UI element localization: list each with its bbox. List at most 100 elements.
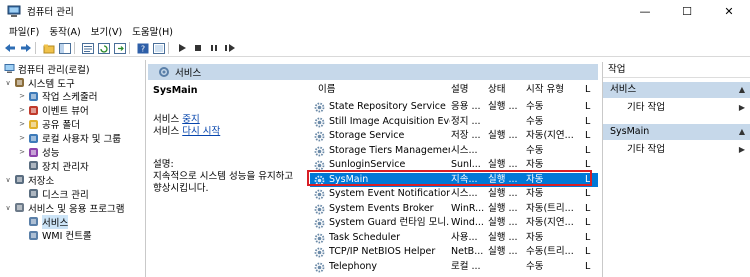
- tree-item-root[interactable]: 컴퓨터 관리(로컬): [2, 62, 90, 76]
- stop-service-icon[interactable]: [191, 42, 204, 55]
- table-row[interactable]: SunloginService Sunl... 실행 ... 자동 L: [310, 158, 598, 172]
- expand-icon[interactable]: >: [18, 120, 26, 128]
- service-gear-icon: [314, 146, 325, 156]
- collapse-icon[interactable]: ▲: [739, 82, 745, 98]
- menu-view[interactable]: 보기(V): [86, 24, 127, 38]
- column-header-description[interactable]: 설명: [451, 82, 481, 98]
- collapse-icon[interactable]: ∨: [4, 176, 12, 184]
- mmc-view-icon[interactable]: [152, 42, 165, 55]
- tree-item[interactable]: > 성능: [18, 146, 59, 159]
- up-folder-icon[interactable]: [42, 42, 55, 55]
- tree-item-label: 디스크 관리: [42, 189, 89, 201]
- service-status-cell: 실행 ...: [488, 188, 518, 199]
- service-startup-cell: 자동: [526, 173, 544, 185]
- expand-icon[interactable]: >: [18, 92, 26, 100]
- properties-icon[interactable]: [81, 42, 94, 55]
- actions-section-services[interactable]: 서비스 ▲: [603, 82, 750, 98]
- column-header-name[interactable]: 이름: [318, 82, 448, 98]
- service-logon-cell: L: [585, 260, 591, 272]
- menu-file[interactable]: 파일(F): [4, 24, 44, 38]
- service-status-cell: 실행 ...: [488, 173, 518, 185]
- table-row[interactable]: Storage Tiers Management 시스... 수동 L: [310, 144, 598, 158]
- tree-item[interactable]: > 이벤트 뷰어: [18, 104, 89, 117]
- table-row-selected[interactable]: SysMain 지속... 실행 ... 자동 L: [310, 172, 598, 187]
- collapse-icon[interactable]: ∨: [4, 79, 12, 87]
- restart-service-line: 서비스 다시 시작: [153, 123, 220, 137]
- refresh-icon[interactable]: [97, 42, 110, 55]
- svg-text:?: ?: [140, 44, 144, 53]
- tree-item[interactable]: 장치 관리자: [18, 159, 89, 173]
- service-gear-icon: [314, 204, 325, 214]
- table-row[interactable]: State Repository Service 응용 ... 실행 ... 수동 L: [310, 100, 598, 114]
- service-logon-cell: L: [585, 188, 591, 199]
- tree-item-label: 작업 스케줄러: [42, 92, 98, 104]
- tree-item[interactable]: 서비스: [18, 214, 69, 229]
- service-startup-cell: 수동: [526, 260, 544, 272]
- table-row[interactable]: Still Image Acquisition Eve...정지 ... 수동 L: [310, 115, 598, 129]
- more-actions-item[interactable]: 기타 작업 ▶: [603, 100, 750, 115]
- service-status-cell: 실행 ...: [488, 231, 518, 243]
- restart-service-link[interactable]: 다시 시작: [182, 126, 220, 137]
- tree-item[interactable]: 디스크 관리: [18, 187, 89, 201]
- service-description-cell: 응용 ...: [451, 101, 481, 112]
- tree-item[interactable]: > 로컬 사용자 및 그룹: [18, 132, 121, 145]
- service-name-cell: SysMain: [329, 173, 369, 185]
- services-pane-header: 서비스: [148, 64, 598, 80]
- table-row[interactable]: Storage Service 저장 ... 실행 ... 자동(지연... L: [310, 129, 598, 143]
- collapse-icon[interactable]: ∨: [4, 204, 12, 212]
- service-description-cell: 사용...: [451, 231, 478, 243]
- close-button[interactable]: ✕: [708, 0, 750, 22]
- column-header-startup-type[interactable]: 시작 유형: [526, 82, 580, 98]
- service-logon-cell: L: [585, 231, 591, 243]
- menu-action[interactable]: 동작(A): [44, 24, 85, 38]
- table-row[interactable]: Telephony 로컬 ... 수동 L: [310, 260, 598, 274]
- table-row[interactable]: System Guard 런타임 모니... Wind... 실행 ... 자동(지연…: [310, 216, 598, 230]
- tree-item-label: 컴퓨터 관리(로컬): [18, 64, 90, 76]
- menu-help[interactable]: 도움말(H): [127, 24, 178, 38]
- column-header-status[interactable]: 상태: [488, 82, 526, 98]
- tree-item-label: 서비스 및 응용 프로그램: [28, 203, 125, 215]
- forward-icon[interactable]: [19, 42, 32, 55]
- maximize-button[interactable]: ☐: [666, 0, 708, 22]
- actions-section-sysmain[interactable]: SysMain ▲: [603, 124, 750, 140]
- back-icon[interactable]: [3, 42, 16, 55]
- service-status-cell: [488, 144, 525, 158]
- service-gear-icon: [314, 233, 325, 243]
- tree-item[interactable]: ∨ 서비스 및 응용 프로그램: [4, 201, 125, 215]
- service-gear-icon: [314, 189, 325, 200]
- expand-icon[interactable]: >: [18, 148, 26, 156]
- restart-service-icon[interactable]: [223, 42, 236, 55]
- service-logon-cell: L: [585, 130, 591, 141]
- submenu-arrow-icon: ▶: [738, 103, 745, 112]
- collapse-icon[interactable]: ▲: [739, 124, 745, 140]
- table-row[interactable]: TCP/IP NetBIOS Helper NetB... 실행 ... 수동(트리.…: [310, 245, 598, 259]
- service-gear-icon: [314, 218, 325, 229]
- window-title: 컴퓨터 관리: [27, 7, 74, 18]
- tree-item[interactable]: > 공유 폴더: [18, 118, 80, 131]
- table-row[interactable]: System Events Broker WinR... 실행 ... 자동(트리..…: [310, 202, 598, 216]
- expand-icon[interactable]: >: [18, 106, 26, 114]
- pause-service-icon[interactable]: [207, 42, 220, 55]
- export-list-icon[interactable]: [113, 42, 126, 55]
- service-logon-cell: L: [585, 217, 591, 228]
- show-hide-tree-icon[interactable]: [58, 42, 71, 55]
- service-logon-cell: L: [585, 173, 591, 185]
- column-header-logon[interactable]: L: [585, 82, 598, 98]
- expand-icon[interactable]: >: [18, 134, 26, 142]
- tree-item-label: 로컬 사용자 및 그룹: [42, 134, 121, 146]
- more-actions-item[interactable]: 기타 작업 ▶: [603, 142, 750, 157]
- service-name-cell: System Event Notification ...: [329, 188, 450, 199]
- tree-item[interactable]: ∨ 시스템 도구: [4, 76, 75, 90]
- tree-item[interactable]: > 작업 스케줄러: [18, 90, 97, 103]
- table-row[interactable]: System Event Notification ...시스... 실행 ...…: [310, 187, 598, 201]
- tree-item[interactable]: WMI 컨트롤: [18, 229, 92, 242]
- tree-item[interactable]: ∨ 저장소: [4, 173, 54, 187]
- tree-item-label: 이벤트 뷰어: [42, 106, 89, 118]
- section-label: 서비스: [610, 84, 637, 95]
- help-icon[interactable]: ?: [136, 42, 149, 55]
- start-service-icon[interactable]: [175, 42, 188, 55]
- tools-icon: [15, 78, 24, 87]
- minimize-button[interactable]: —: [624, 0, 666, 22]
- service-gear-icon: [314, 117, 325, 127]
- table-row[interactable]: Task Scheduler 사용... 실행 ... 자동 L: [310, 231, 598, 245]
